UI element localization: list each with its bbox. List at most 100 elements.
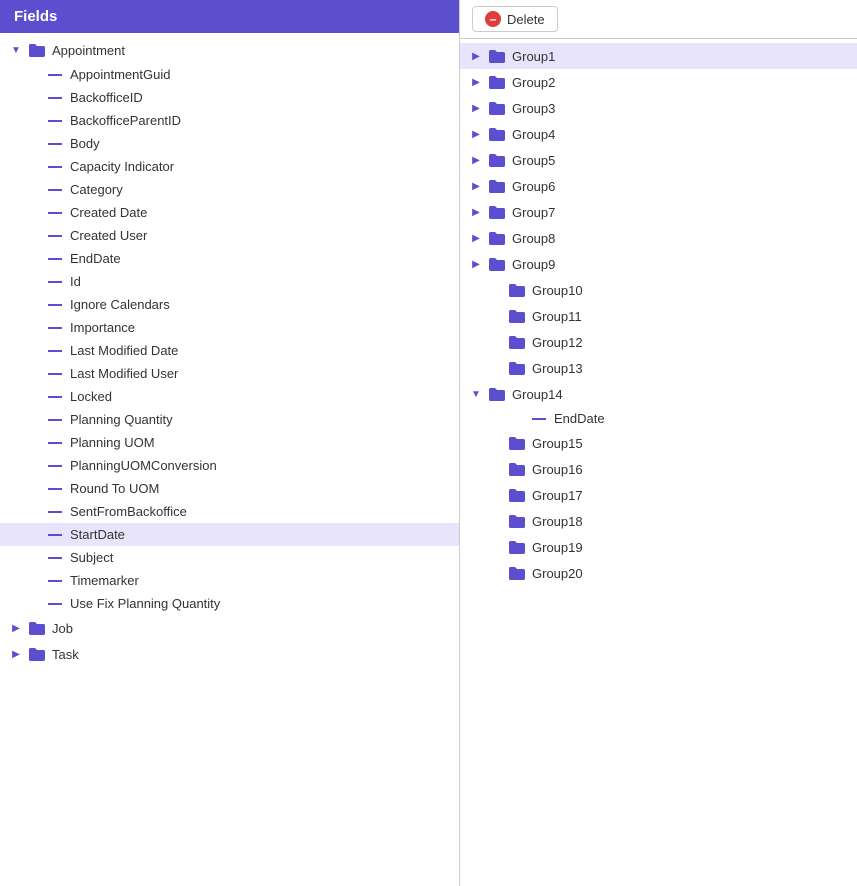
appointment-children: AppointmentGuid BackofficeID BackofficeP…: [0, 63, 459, 615]
fields-title: Fields: [14, 8, 57, 25]
field-item-backofficeparentid[interactable]: BackofficeParentID: [0, 109, 459, 132]
field-item-category[interactable]: Category: [0, 178, 459, 201]
field-item-body[interactable]: Body: [0, 132, 459, 155]
group-item-group13[interactable]: Group13: [460, 355, 857, 381]
field-item-planninguomconversion[interactable]: PlanningUOMConversion: [0, 454, 459, 477]
tree-item-task[interactable]: ▶ Task: [0, 641, 459, 667]
group-item-group14[interactable]: ▼ Group14: [460, 381, 857, 407]
field-item-appointmentguid[interactable]: AppointmentGuid: [0, 63, 459, 86]
field-label: PlanningUOMConversion: [70, 458, 217, 473]
field-item-capacity-indicator[interactable]: Capacity Indicator: [0, 155, 459, 178]
field-item-startdate[interactable]: StartDate: [0, 523, 459, 546]
Group17-label: Group17: [532, 488, 583, 503]
group-item-group11[interactable]: Group11: [460, 303, 857, 329]
field-item-enddate[interactable]: EndDate: [0, 247, 459, 270]
field-label: AppointmentGuid: [70, 67, 170, 82]
dash-icon: [48, 396, 62, 398]
dash-icon: [48, 189, 62, 191]
Group11-folder-icon: [508, 307, 526, 325]
Group1-label: Group1: [512, 49, 555, 64]
Group14-expand-icon: ▼: [468, 386, 484, 402]
field-item-planning-uom[interactable]: Planning UOM: [0, 431, 459, 454]
field-item-locked[interactable]: Locked: [0, 385, 459, 408]
field-item-timemarker[interactable]: Timemarker: [0, 569, 459, 592]
dash-icon: [48, 97, 62, 99]
field-item-id[interactable]: Id: [0, 270, 459, 293]
group-item-group16[interactable]: Group16: [460, 456, 857, 482]
field-item-subject[interactable]: Subject: [0, 546, 459, 569]
Group2-folder-icon: [488, 73, 506, 91]
dash-icon: [48, 212, 62, 214]
field-label: Ignore Calendars: [70, 297, 170, 312]
Group8-folder-icon: [488, 229, 506, 247]
Group14-folder-icon: [488, 385, 506, 403]
dash-icon: [48, 373, 62, 375]
group-item-group19[interactable]: Group19: [460, 534, 857, 560]
group-item-group10[interactable]: Group10: [460, 277, 857, 303]
field-label: BackofficeID: [70, 90, 143, 105]
Group15-folder-icon: [508, 434, 526, 452]
field-item-last-modified-user[interactable]: Last Modified User: [0, 362, 459, 385]
group-item-group18[interactable]: Group18: [460, 508, 857, 534]
field-item-sentfrombackoffice[interactable]: SentFromBackoffice: [0, 500, 459, 523]
field-label: Body: [70, 136, 100, 151]
Group14-child-enddate[interactable]: EndDate: [460, 407, 857, 430]
group-item-group3[interactable]: ▶ Group3: [460, 95, 857, 121]
Group8-label: Group8: [512, 231, 555, 246]
field-label: Timemarker: [70, 573, 139, 588]
field-label: Importance: [70, 320, 135, 335]
field-item-created-user[interactable]: Created User: [0, 224, 459, 247]
group-item-group17[interactable]: Group17: [460, 482, 857, 508]
field-label: EndDate: [70, 251, 121, 266]
group-item-group9[interactable]: ▶ Group9: [460, 251, 857, 277]
group-item-group2[interactable]: ▶ Group2: [460, 69, 857, 95]
dash-icon: [48, 557, 62, 559]
Group3-folder-icon: [488, 99, 506, 117]
field-label: Use Fix Planning Quantity: [70, 596, 220, 611]
appointment-expand-icon: ▼: [8, 42, 24, 58]
Group14-label: Group14: [512, 387, 563, 402]
Group16-folder-icon: [508, 460, 526, 478]
right-panel: – Delete ▶ Group1 ▶ Group2 ▶: [460, 0, 857, 886]
Group5-expand-icon: ▶: [468, 152, 484, 168]
Group6-folder-icon: [488, 177, 506, 195]
tree-item-job[interactable]: ▶ Job: [0, 615, 459, 641]
Group15-label: Group15: [532, 436, 583, 451]
right-toolbar: – Delete: [460, 0, 857, 39]
Group9-folder-icon: [488, 255, 506, 273]
field-item-importance[interactable]: Importance: [0, 316, 459, 339]
group-item-group20[interactable]: Group20: [460, 560, 857, 586]
field-label: SentFromBackoffice: [70, 504, 187, 519]
field-item-ignore-calendars[interactable]: Ignore Calendars: [0, 293, 459, 316]
group-item-group5[interactable]: ▶ Group5: [460, 147, 857, 173]
group-item-group6[interactable]: ▶ Group6: [460, 173, 857, 199]
job-folder-icon: [28, 619, 46, 637]
field-item-backofficeid[interactable]: BackofficeID: [0, 86, 459, 109]
group-item-group15[interactable]: Group15: [460, 430, 857, 456]
Group8-expand-icon: ▶: [468, 230, 484, 246]
tree-item-appointment[interactable]: ▼ Appointment: [0, 37, 459, 63]
dash-icon: [48, 442, 62, 444]
Group2-expand-icon: ▶: [468, 74, 484, 90]
group-item-group8[interactable]: ▶ Group8: [460, 225, 857, 251]
group-item-group4[interactable]: ▶ Group4: [460, 121, 857, 147]
field-item-use-fix-planning-quantity[interactable]: Use Fix Planning Quantity: [0, 592, 459, 615]
Group18-folder-icon: [508, 512, 526, 530]
Group7-expand-icon: ▶: [468, 204, 484, 220]
job-label: Job: [52, 621, 73, 636]
Group7-folder-icon: [488, 203, 506, 221]
field-item-created-date[interactable]: Created Date: [0, 201, 459, 224]
group-item-group1[interactable]: ▶ Group1: [460, 43, 857, 69]
Group18-label: Group18: [532, 514, 583, 529]
dash-icon: [48, 511, 62, 513]
delete-button[interactable]: – Delete: [472, 6, 558, 32]
group-item-group12[interactable]: Group12: [460, 329, 857, 355]
Group5-label: Group5: [512, 153, 555, 168]
group-item-group7[interactable]: ▶ Group7: [460, 199, 857, 225]
fields-tree: ▼ Appointment AppointmentGuid Backoffice…: [0, 33, 459, 886]
task-expand-icon: ▶: [8, 646, 24, 662]
field-item-last-modified-date[interactable]: Last Modified Date: [0, 339, 459, 362]
field-item-round-to-uom[interactable]: Round To UOM: [0, 477, 459, 500]
field-item-planning-quantity[interactable]: Planning Quantity: [0, 408, 459, 431]
Group2-label: Group2: [512, 75, 555, 90]
